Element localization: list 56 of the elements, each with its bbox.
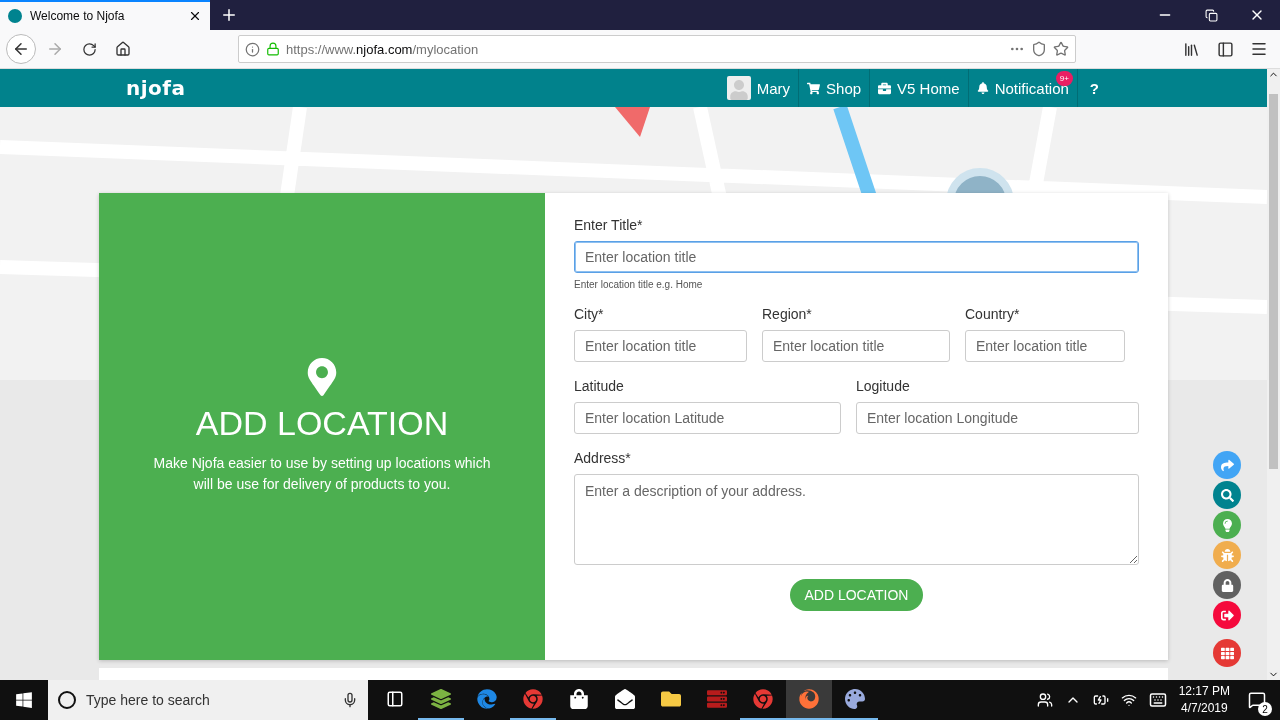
grid-icon [1220, 646, 1234, 660]
input-field[interactable]: Enter location title [965, 330, 1125, 362]
add-location-button[interactable]: ADD LOCATION [789, 579, 924, 611]
input-field[interactable]: Enter location Latitude [574, 402, 841, 434]
field-label: Enter Title* [574, 217, 644, 233]
site-icon [8, 9, 22, 23]
field-label: City* [574, 306, 605, 322]
cart-icon [807, 81, 821, 95]
lock-icon [1220, 578, 1234, 592]
panel-description: Make Njofa easier to use by setting up locations which will be use for delivery of products to you. [152, 454, 492, 494]
bug-icon [1220, 548, 1234, 562]
notification-badge: 9+ [1055, 71, 1073, 86]
input-field[interactable]: Enter location title [574, 241, 1139, 273]
share-button[interactable] [1213, 451, 1241, 479]
input-field[interactable]: Enter location title [762, 330, 950, 362]
star-icon[interactable] [1053, 41, 1069, 57]
field-label: Region* [762, 306, 813, 322]
avatar-icon [726, 76, 751, 100]
browser-tab[interactable]: Welcome to Njofa [0, 0, 210, 30]
field-label: Address* [574, 450, 632, 466]
browser-icon[interactable] [786, 680, 832, 720]
address-bar[interactable]: https://www.njofa.com/mylocation [238, 35, 1076, 63]
logout-button[interactable] [1213, 601, 1241, 629]
wifi-icon[interactable] [1120, 692, 1137, 708]
info-icon[interactable] [245, 41, 260, 57]
search-ring-icon [58, 691, 76, 709]
lightbulb-button[interactable] [1213, 511, 1241, 539]
clock[interactable]: 12:17 PM 4/7/2019 [1178, 683, 1230, 717]
field-label: Country* [965, 306, 1021, 322]
lock-button[interactable] [1213, 571, 1241, 599]
bell-icon [976, 82, 989, 94]
back-icon[interactable] [6, 34, 36, 64]
search-icon [1220, 488, 1234, 502]
keyboard-icon[interactable] [1148, 691, 1167, 709]
field-label: Latitude [574, 378, 625, 394]
help-link[interactable]: ? [1077, 69, 1111, 107]
battery-icon[interactable] [1092, 692, 1109, 708]
address-field[interactable]: Enter a description of your address. [574, 474, 1139, 565]
lock-icon [266, 42, 280, 56]
logout-icon [1220, 608, 1234, 622]
microphone-icon[interactable] [342, 692, 358, 708]
scrollbar-thumb[interactable] [1269, 94, 1278, 469]
site-logo[interactable]: njofa [126, 76, 186, 100]
panel-title: ADD LOCATION [195, 404, 449, 443]
grid-button[interactable] [1213, 639, 1241, 667]
lightbulb-icon [1220, 518, 1234, 532]
briefcase-icon [878, 81, 892, 95]
taskbar-search[interactable]: Type here to search [48, 680, 368, 720]
people-icon[interactable] [1036, 692, 1053, 708]
search-button[interactable] [1213, 481, 1241, 509]
field-label: Logitude [856, 378, 911, 394]
input-field[interactable]: Enter location title [574, 330, 747, 362]
close-icon[interactable] [188, 9, 202, 23]
input-field[interactable]: Enter location Longitude [856, 402, 1139, 434]
field-hint: Enter location title e.g. Home [574, 279, 704, 290]
share-icon [1220, 458, 1234, 472]
